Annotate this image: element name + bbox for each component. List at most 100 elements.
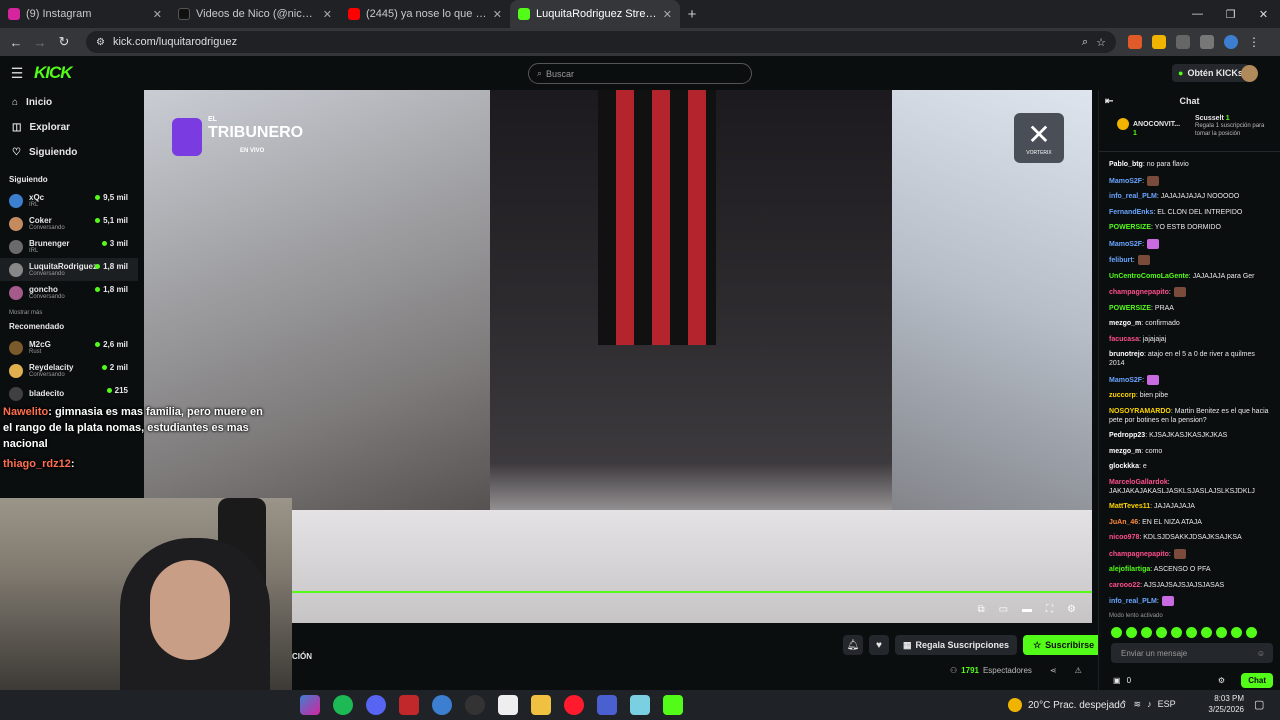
chat-username[interactable]: alejofilartiga (1109, 566, 1150, 573)
bell-icon[interactable]: 🔔︎ (843, 635, 863, 655)
chat-username[interactable]: UnCentroComoLaGente (1109, 273, 1189, 280)
chat-username[interactable]: NOSOYRAMARDO (1109, 408, 1171, 415)
notification-icon[interactable]: ▢ (1254, 698, 1264, 711)
chat-username[interactable]: MamoS2F (1109, 177, 1142, 184)
maximize-button[interactable]: ❐ (1214, 0, 1247, 28)
zoom-icon[interactable]: ⌕ (1082, 36, 1088, 49)
subscribe-button[interactable]: ☆ Suscribirse (1023, 635, 1105, 655)
emote-icon[interactable] (1156, 626, 1167, 638)
send-chat-button[interactable]: Chat (1241, 672, 1273, 688)
bookmark-star-icon[interactable]: ☆ (1096, 36, 1106, 49)
back-icon[interactable]: ← (4, 35, 28, 50)
close-window-button[interactable]: ✕ (1247, 0, 1280, 28)
gift-subs-button[interactable]: ▦ Regala Suscripciones (895, 635, 1018, 655)
minimize-button[interactable]: — (1181, 0, 1214, 28)
sidebar-item-explorar[interactable]: ◫ Explorar (0, 115, 138, 140)
spotify-icon[interactable] (333, 695, 353, 715)
puzzle-icon[interactable] (1176, 35, 1190, 49)
opera-icon[interactable] (564, 695, 584, 715)
discord-icon[interactable] (366, 695, 386, 715)
emote-icon[interactable] (1111, 626, 1122, 638)
theater-icon[interactable]: ▬ (1022, 604, 1032, 615)
app-icon[interactable] (597, 695, 617, 715)
sidebar-item-siguiendo[interactable]: ♡ Siguiendo (0, 140, 138, 165)
media-icon[interactable] (1200, 35, 1214, 49)
user-avatar[interactable] (1241, 65, 1258, 82)
emote-icon[interactable] (1216, 626, 1227, 638)
forward-icon[interactable]: → (28, 35, 52, 50)
chat-username[interactable]: facucasa (1109, 336, 1139, 343)
chat-username[interactable]: feliburt (1109, 257, 1133, 264)
url-field[interactable]: ⚙ kick.com/luquitarodriguez ⌕ ☆ (86, 31, 1116, 53)
chat-username[interactable]: carooo22 (1109, 582, 1140, 589)
settings-gear-icon[interactable]: ⚙ (1067, 604, 1076, 615)
collapse-chat-icon[interactable]: ⇤ (1105, 96, 1113, 107)
chat-username[interactable]: champagnepapito (1109, 550, 1169, 557)
extension-icon[interactable] (1152, 35, 1166, 49)
wifi-icon[interactable]: ≋ (1134, 699, 1142, 710)
chat-username[interactable]: MarceloGallardok (1109, 479, 1168, 486)
close-icon[interactable]: ✕ (663, 8, 672, 21)
report-icon[interactable]: ⚠ (1075, 666, 1082, 675)
new-tab-button[interactable]: + (680, 0, 704, 28)
channel-item[interactable]: goncho Conversando 1,8 mil (0, 281, 138, 304)
search-input[interactable]: ⌕ Buscar (528, 63, 752, 84)
chat-username[interactable]: Pablo_btg (1109, 161, 1143, 168)
chat-username[interactable]: MamoS2F (1109, 240, 1142, 247)
system-tray[interactable]: ⌃ ≋ ♪ ESP (1120, 699, 1176, 710)
pip-icon[interactable]: ⧉ (977, 604, 984, 615)
site-info-icon[interactable]: ⚙ (96, 37, 105, 48)
obs-icon[interactable] (465, 695, 485, 715)
channel-item[interactable]: xQc IRL 9,5 mil (0, 189, 138, 212)
emote-icon[interactable] (1141, 626, 1152, 638)
tab-kick[interactable]: LuquitaRodriguez Stream - Wat✕ (510, 0, 680, 28)
chat-username[interactable]: MattTeves11 (1109, 503, 1150, 510)
chat-username[interactable]: nicoo978 (1109, 534, 1139, 541)
chat-input[interactable]: Enviar un mensaje ☺ (1111, 643, 1273, 663)
chat-username[interactable]: brunotrejo (1109, 351, 1144, 358)
follow-heart-icon[interactable]: ♥ (869, 635, 889, 655)
reload-icon[interactable]: ↻ (52, 34, 76, 50)
folder-icon[interactable] (531, 695, 551, 715)
menu-dots-icon[interactable]: ⋮ (1248, 35, 1262, 49)
app-icon[interactable] (630, 695, 650, 715)
chat-username[interactable]: info_real_PLM (1109, 193, 1157, 200)
show-more-link[interactable]: Mostrar más (0, 304, 138, 322)
chat-username[interactable]: MamoS2F (1109, 376, 1142, 383)
channel-item[interactable]: M2cG Rust 2,6 mil (0, 336, 138, 359)
chat-username[interactable]: glockkka (1109, 463, 1139, 470)
share-icon[interactable]: ⋖ (1050, 666, 1057, 675)
extension-icon[interactable] (1128, 35, 1142, 49)
emote-icon[interactable] (1171, 626, 1182, 638)
channel-item[interactable]: bladecito 215 (0, 382, 138, 405)
chat-username[interactable]: champagnepapito (1109, 289, 1169, 296)
top-gifter-1[interactable]: ANOCONVIT... 1 (1117, 118, 1180, 137)
get-kicks-button[interactable]: ● Obtén KICKs (1172, 64, 1249, 82)
close-icon[interactable]: ✕ (323, 8, 332, 21)
chat-username[interactable]: POWERSIZE (1109, 224, 1151, 231)
profile-avatar[interactable] (1224, 35, 1238, 49)
weather-widget[interactable]: 20°C Prac. despejado (1008, 698, 1125, 712)
taskbar-clock[interactable]: 8:03 PM 3/25/2026 (1196, 693, 1244, 715)
sidebar-item-inicio[interactable]: ⌂ Inicio (0, 90, 138, 115)
chrome-icon[interactable] (432, 695, 452, 715)
kicks-icon[interactable]: ▣ (1113, 676, 1121, 685)
fullscreen-icon[interactable]: ⛶ (1046, 604, 1053, 615)
tray-chevron-icon[interactable]: ⌃ (1120, 699, 1128, 710)
channel-item[interactable]: Reydelacity Conversando 2 mil (0, 359, 138, 382)
emote-icon[interactable] (1186, 626, 1197, 638)
chat-username[interactable]: info_real_PLM (1109, 598, 1157, 605)
chat-username[interactable]: JuAn_46 (1109, 519, 1138, 526)
chat-username[interactable]: Pedropp23 (1109, 432, 1145, 439)
chat-settings-icon[interactable]: ⚙ (1218, 676, 1225, 685)
emote-icon[interactable] (1126, 626, 1137, 638)
emote-icon[interactable] (1231, 626, 1242, 638)
chat-username[interactable]: zuccorp (1109, 392, 1136, 399)
chat-username[interactable]: POWERSIZE (1109, 305, 1151, 312)
tab-tiktok[interactable]: Videos de Nico (@nicopaz1o) e✕ (170, 0, 340, 28)
close-icon[interactable]: ✕ (493, 8, 502, 21)
hamburger-icon[interactable]: ☰ (0, 65, 34, 82)
emote-icon[interactable] (1201, 626, 1212, 638)
video-progress-bar[interactable] (292, 591, 1092, 593)
kick-app-icon[interactable] (663, 695, 683, 715)
